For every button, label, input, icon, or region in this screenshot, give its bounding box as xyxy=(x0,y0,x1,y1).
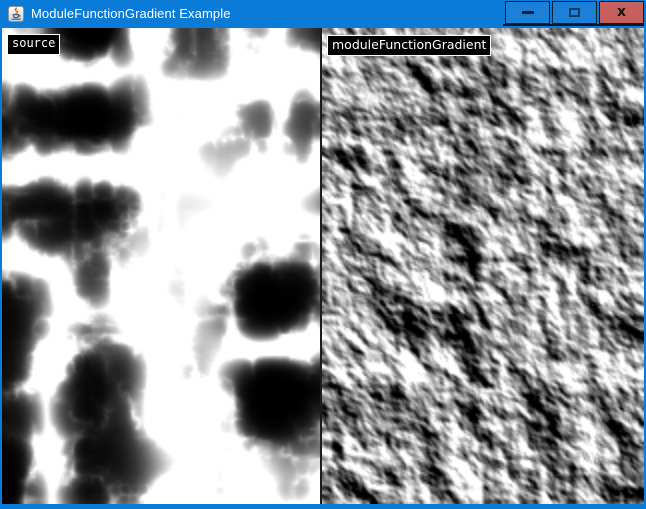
source-label: source xyxy=(7,34,60,55)
title-bar[interactable]: ModuleFunctionGradient Example x xyxy=(0,0,646,28)
close-button[interactable]: x xyxy=(599,1,644,24)
source-panel: source xyxy=(2,28,320,504)
window-controls: x xyxy=(503,1,644,26)
source-noise-image xyxy=(2,28,320,504)
module-function-gradient-panel: moduleFunctionGradient xyxy=(322,28,644,504)
module-function-gradient-image xyxy=(322,28,644,504)
maximize-button[interactable] xyxy=(552,1,597,24)
close-icon: x xyxy=(617,5,626,19)
app-window: ModuleFunctionGradient Example x source … xyxy=(0,0,646,509)
window-title: ModuleFunctionGradient Example xyxy=(31,0,231,29)
java-coffee-cup-icon xyxy=(8,6,24,22)
minimize-icon xyxy=(522,11,534,14)
minimize-button[interactable] xyxy=(505,1,550,24)
content-area: source moduleFunctionGradient xyxy=(0,28,646,509)
maximize-icon xyxy=(569,8,580,17)
module-function-gradient-label: moduleFunctionGradient xyxy=(327,35,491,56)
